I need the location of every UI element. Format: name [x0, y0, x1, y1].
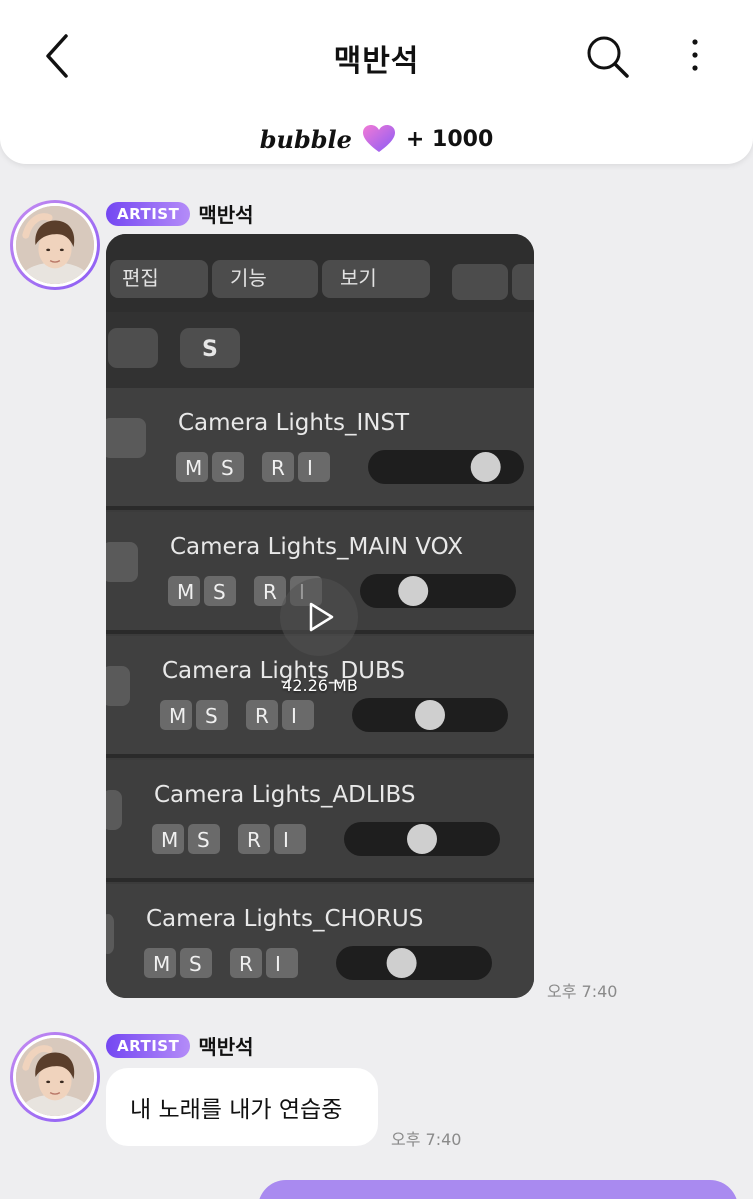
track-button-label: M: [185, 456, 202, 480]
message-time: 오후 7:40: [391, 1130, 462, 1149]
track-fader-knob: [407, 824, 437, 854]
bubble-status: bubble + 1000: [0, 120, 753, 158]
avatar[interactable]: [10, 200, 100, 290]
bubble-count: + 1000: [405, 126, 494, 152]
track-fader-knob: [470, 452, 501, 482]
s-button: S: [202, 337, 218, 362]
track-button-label: R: [263, 580, 277, 604]
message-time: 오후 7:40: [547, 982, 618, 1001]
avatar-image: [16, 206, 94, 284]
menu-item-edit: 편집: [122, 266, 159, 290]
track-button-label: I: [275, 952, 281, 976]
track-button-label: S: [213, 580, 226, 604]
page-title: 맥반석: [333, 44, 420, 79]
track-button-label: S: [221, 456, 234, 480]
sender-row: ARTIST 맥반석: [106, 199, 254, 228]
track-button-label: S: [205, 704, 218, 728]
avatar[interactable]: [10, 1032, 100, 1122]
menu-item-view: 보기: [340, 266, 377, 290]
track-name: Camera Lights_INST: [178, 410, 410, 436]
track-button-label: R: [255, 704, 269, 728]
track-button-label: S: [189, 952, 202, 976]
track-button-label: R: [239, 952, 253, 976]
sender-name: 맥반석: [198, 203, 254, 227]
avatar-image: [16, 1038, 94, 1116]
track-button: [298, 452, 330, 482]
track-icon: [106, 790, 122, 830]
file-size: 42.26 MB: [282, 676, 358, 695]
track-fader-knob: [386, 948, 417, 978]
track-row: [106, 388, 534, 508]
track-row: [106, 884, 534, 998]
track-fader-knob: [415, 700, 445, 730]
menu-item-function: 기능: [230, 266, 267, 290]
track-button-label: S: [197, 828, 210, 852]
track-button-label: I: [283, 828, 289, 852]
track-button-label: I: [307, 456, 313, 480]
video-message[interactable]: 편집 기능 보기 S Camera Lights_INST M S R I Camera …: [106, 234, 534, 998]
artist-badge: ARTIST: [106, 201, 191, 226]
artist-badge: ARTIST: [106, 1033, 191, 1058]
search-button[interactable]: [585, 34, 631, 80]
chat-header: 맥반석 bubble + 1000: [0, 0, 753, 164]
more-button[interactable]: [680, 34, 710, 80]
track-button-label: R: [271, 456, 285, 480]
track-fader-knob: [398, 576, 429, 606]
sender-name: 맥반석: [198, 1035, 254, 1059]
track-button-label: M: [153, 952, 170, 976]
heart-icon: [362, 125, 395, 152]
track-fader: [360, 574, 516, 608]
track-button-label: M: [177, 580, 194, 604]
track-icon: [106, 914, 114, 954]
track-button-label: M: [169, 704, 186, 728]
track-button-label: M: [161, 828, 178, 852]
sender-row: ARTIST 맥반석: [106, 1031, 254, 1060]
track-icon: [106, 542, 138, 582]
play-button[interactable]: [280, 578, 358, 656]
play-icon: [309, 602, 334, 632]
track-name: Camera Lights_ADLIBS: [154, 782, 415, 808]
bubble-logo: bubble: [259, 124, 352, 154]
track-button-label: I: [291, 704, 297, 728]
my-message-bubble[interactable]: [258, 1180, 738, 1199]
track-button: [266, 948, 298, 978]
track-name: Camera Lights_CHORUS: [146, 906, 423, 932]
track-button-label: R: [247, 828, 261, 852]
track-row: [106, 760, 534, 880]
track-button: [282, 700, 314, 730]
text-message[interactable]: 내 노래를 내가 연습중: [106, 1068, 378, 1146]
track-name: Camera Lights_MAIN VOX: [170, 534, 463, 560]
search-icon: [587, 36, 629, 78]
more-vertical-icon: [692, 39, 698, 71]
track-button: [274, 824, 306, 854]
track-icon: [106, 418, 146, 458]
